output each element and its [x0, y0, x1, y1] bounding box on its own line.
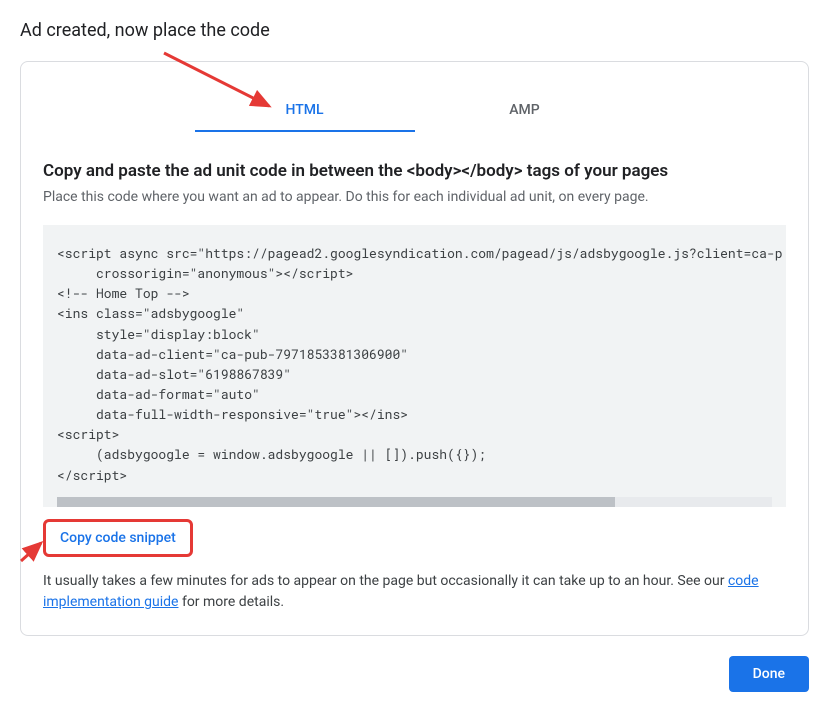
code-box[interactable]: <script async src="https://pagead2.googl…	[43, 225, 786, 507]
tabs: HTML AMP	[21, 90, 808, 133]
done-button[interactable]: Done	[729, 656, 809, 692]
content: Copy and paste the ad unit code in betwe…	[21, 133, 808, 635]
code-text: <script async src="https://pagead2.googl…	[57, 244, 783, 484]
tab-amp[interactable]: AMP	[415, 90, 635, 132]
helper-pre: It usually takes a few minutes for ads t…	[43, 573, 728, 589]
copy-button-highlight: Copy code snippet	[43, 519, 193, 557]
scrollbar-thumb[interactable]	[57, 497, 615, 507]
copy-code-button[interactable]: Copy code snippet	[50, 524, 186, 552]
instruction-subtext: Place this code where you want an ad to …	[43, 189, 786, 205]
helper-post: for more details.	[178, 594, 284, 610]
tab-html[interactable]: HTML	[195, 90, 415, 132]
helper-text: It usually takes a few minutes for ads t…	[43, 571, 786, 613]
page-title: Ad created, now place the code	[20, 20, 809, 41]
instruction-heading: Copy and paste the ad unit code in betwe…	[43, 161, 786, 181]
scrollbar[interactable]	[57, 497, 772, 507]
footer: Done	[20, 656, 809, 692]
card: HTML AMP Copy and paste the ad unit code…	[20, 61, 809, 636]
